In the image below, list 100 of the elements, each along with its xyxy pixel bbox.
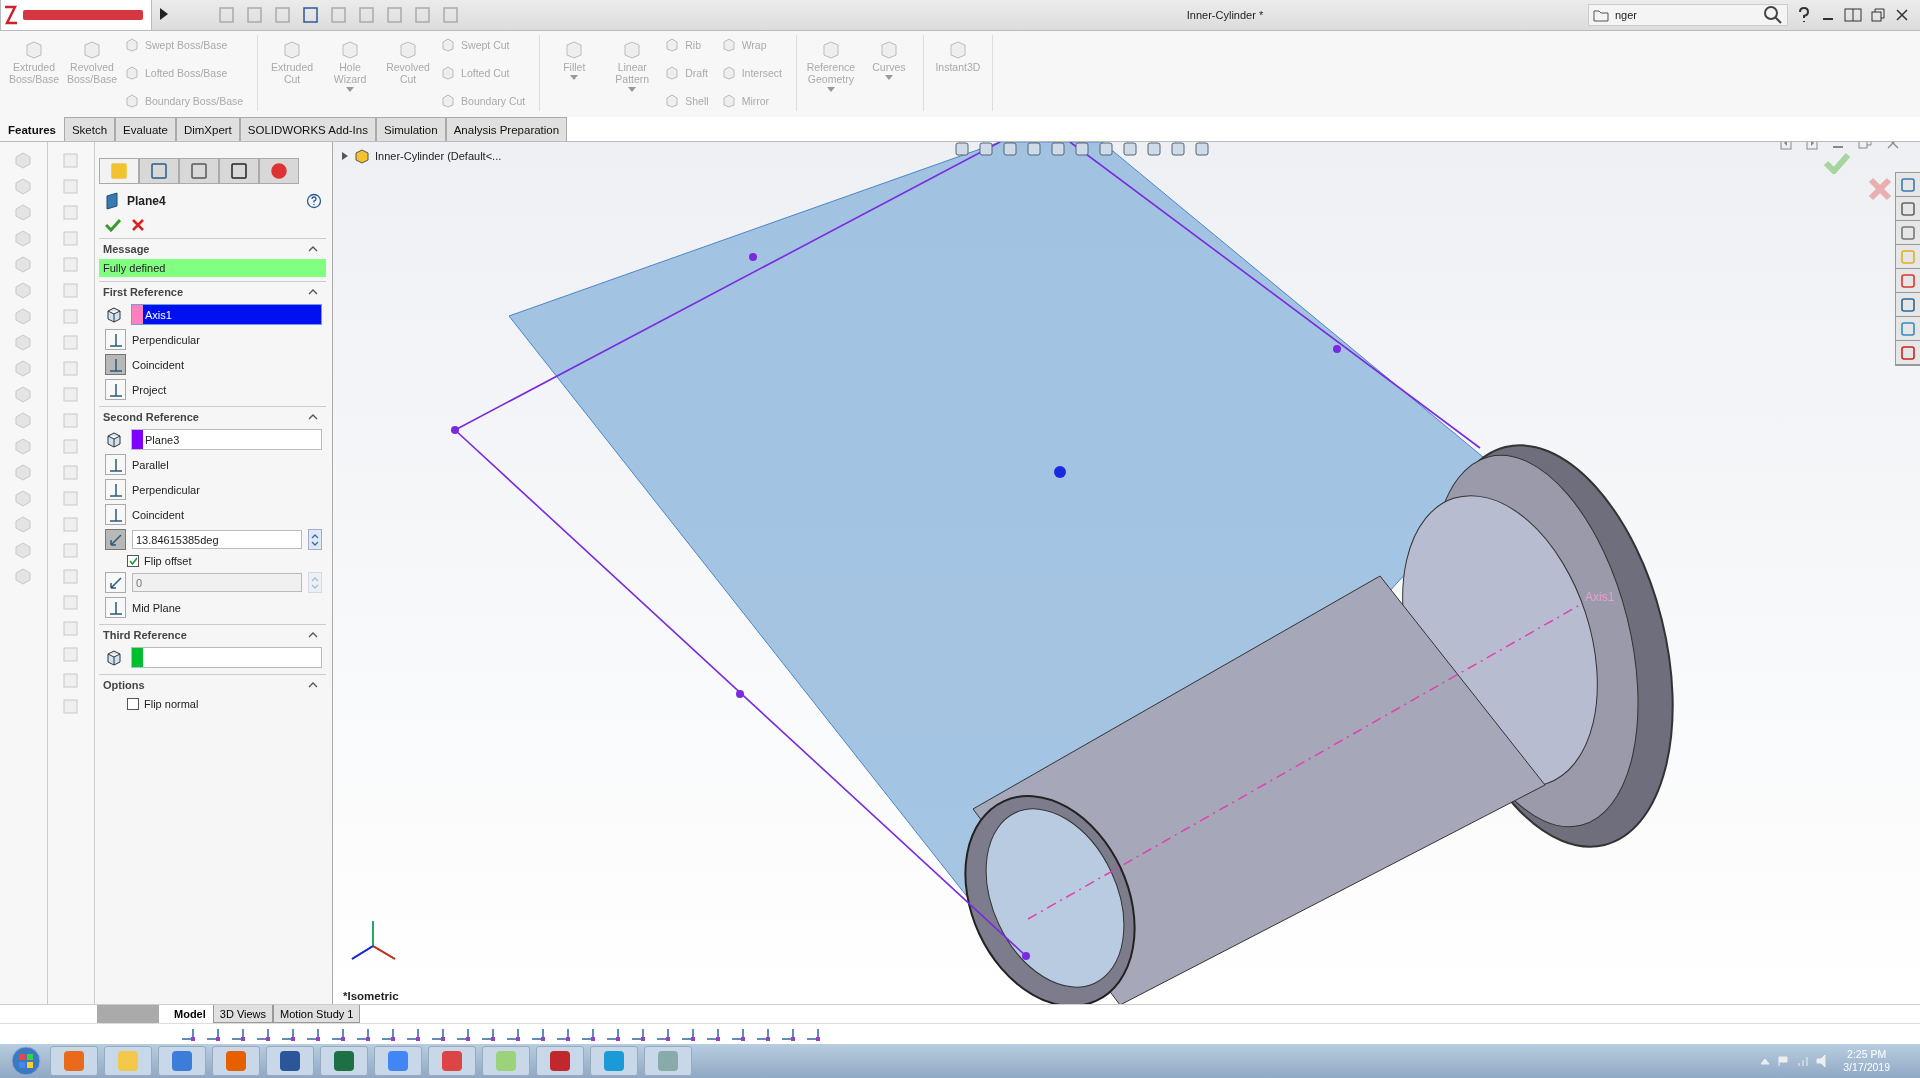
clock[interactable]: 2:25 PM 3/17/2019 [1843, 1048, 1890, 1074]
ribbon-button[interactable]: Mirror [718, 91, 784, 111]
taskbar-app[interactable] [266, 1046, 314, 1076]
sketch-tool-icon[interactable] [405, 1026, 421, 1042]
feature-tree-item[interactable]: Inner-Cylinder (Default<... [341, 148, 502, 164]
ribbon-button[interactable]: Lofted Cut [438, 63, 528, 83]
constraint-button[interactable] [105, 504, 126, 525]
collapse-icon[interactable] [308, 246, 318, 252]
task-pane-tab[interactable] [1896, 197, 1920, 221]
taskbar-app[interactable] [320, 1046, 368, 1076]
command-tab[interactable]: Sketch [63, 117, 116, 141]
constraint-button[interactable] [105, 597, 126, 618]
ribbon-button[interactable]: Swept Cut [438, 35, 528, 55]
help-icon[interactable] [1796, 6, 1812, 24]
sketch-tool-icon[interactable] [255, 1026, 271, 1042]
spin-button[interactable] [308, 529, 322, 550]
task-pane-tab[interactable] [1896, 173, 1920, 197]
app-logo[interactable] [0, 0, 152, 31]
command-tab[interactable]: DimXpert [175, 117, 240, 141]
view-tool-icon[interactable] [1121, 142, 1139, 158]
checkbox[interactable] [127, 698, 139, 710]
ribbon-button[interactable]: Boundary Boss/Base [122, 91, 246, 111]
ribbon-button[interactable]: Swept Boss/Base [122, 35, 246, 55]
cancel-icon[interactable] [131, 218, 145, 232]
ok-checkmark-icon[interactable] [105, 218, 121, 232]
taskbar-app[interactable] [374, 1046, 422, 1076]
ribbon-button[interactable]: Draft [662, 63, 711, 83]
ribbon-button[interactable]: Curves [860, 35, 917, 111]
sketch-tool-icon[interactable] [580, 1026, 596, 1042]
view-tool-icon[interactable] [1001, 142, 1019, 158]
sketch-tool-icon[interactable] [705, 1026, 721, 1042]
task-pane-tab[interactable] [1896, 245, 1920, 269]
command-tab[interactable]: SOLIDWORKS Add-Ins [239, 117, 376, 141]
value-field[interactable]: 13.84615385deg [132, 530, 302, 549]
sketch-tool-icon[interactable] [555, 1026, 571, 1042]
task-pane-tab[interactable] [1896, 317, 1920, 341]
sketch-tool-icon[interactable] [480, 1026, 496, 1042]
view-tool-icon[interactable] [1169, 142, 1187, 158]
selection-field[interactable]: Plane3 [131, 429, 322, 450]
view-tool-icon[interactable] [1049, 142, 1067, 158]
model-tab[interactable]: Motion Study 1 [273, 1005, 361, 1023]
sketch-tool-icon[interactable] [380, 1026, 396, 1042]
ribbon-button[interactable]: Linear Pattern [604, 35, 661, 111]
taskbar-app[interactable] [50, 1046, 98, 1076]
sketch-tool-icon[interactable] [730, 1026, 746, 1042]
ok-checkmark-icon[interactable] [1824, 152, 1850, 174]
task-pane-tab[interactable] [1896, 269, 1920, 293]
sketch-tool-icon[interactable] [655, 1026, 671, 1042]
task-pane-tab[interactable] [1896, 293, 1920, 317]
constraint-button[interactable] [105, 329, 126, 350]
sketch-tool-icon[interactable] [755, 1026, 771, 1042]
view-tool-icon[interactable] [1145, 142, 1163, 158]
start-button-icon[interactable] [8, 1045, 44, 1077]
ribbon-button[interactable]: Extruded Cut [264, 35, 321, 111]
taskbar-app[interactable] [536, 1046, 584, 1076]
sketch-tool-icon[interactable] [305, 1026, 321, 1042]
sketch-tool-icon[interactable] [430, 1026, 446, 1042]
ribbon-button[interactable]: Intersect [718, 63, 784, 83]
panel-tab[interactable] [219, 158, 259, 184]
panel-tab[interactable] [259, 158, 299, 184]
search-field[interactable]: nger [1588, 4, 1788, 26]
task-pane-tab[interactable] [1896, 221, 1920, 245]
sketch-tool-icon[interactable] [505, 1026, 521, 1042]
taskbar-app[interactable] [212, 1046, 260, 1076]
collapse-icon[interactable] [308, 414, 318, 420]
sketch-tool-icon[interactable] [180, 1026, 196, 1042]
sketch-tool-icon[interactable] [805, 1026, 821, 1042]
task-pane-tab[interactable] [1896, 341, 1920, 365]
sketch-tool-icon[interactable] [205, 1026, 221, 1042]
help-icon[interactable] [306, 193, 322, 209]
ribbon-button[interactable]: Shell [662, 91, 711, 111]
ribbon-button[interactable]: Instant3D [929, 35, 986, 111]
ribbon-button[interactable]: Revolved Cut [380, 35, 437, 111]
constraint-button[interactable] [105, 379, 126, 400]
selection-field[interactable] [131, 647, 322, 668]
sketch-tool-icon[interactable] [680, 1026, 696, 1042]
ribbon-button[interactable]: Lofted Boss/Base [122, 63, 246, 83]
tile-icon[interactable] [1844, 7, 1862, 23]
restore-icon[interactable] [1870, 7, 1886, 23]
view-tool-icon[interactable] [953, 142, 971, 158]
taskbar-app[interactable] [158, 1046, 206, 1076]
sketch-tool-icon[interactable] [330, 1026, 346, 1042]
constraint-button[interactable] [105, 479, 126, 500]
constraint-button[interactable] [105, 454, 126, 475]
close-icon[interactable] [1894, 7, 1910, 23]
command-tab[interactable]: Evaluate [115, 117, 176, 141]
search-icon[interactable] [1763, 5, 1783, 25]
collapse-icon[interactable] [308, 289, 318, 295]
sketch-tool-icon[interactable] [630, 1026, 646, 1042]
constraint-button[interactable] [105, 354, 126, 375]
sketch-tool-icon[interactable] [530, 1026, 546, 1042]
ribbon-button[interactable]: Wrap [718, 35, 784, 55]
expand-arrow-icon[interactable] [160, 8, 168, 22]
ribbon-button[interactable]: Extruded Boss/Base [6, 35, 62, 111]
ribbon-button[interactable]: Reference Geometry [802, 35, 859, 111]
offset-button[interactable] [105, 529, 126, 550]
sketch-tool-icon[interactable] [355, 1026, 371, 1042]
sketch-tool-icon[interactable] [230, 1026, 246, 1042]
sketch-tool-icon[interactable] [280, 1026, 296, 1042]
ribbon-button[interactable]: Revolved Boss/Base [64, 35, 120, 111]
